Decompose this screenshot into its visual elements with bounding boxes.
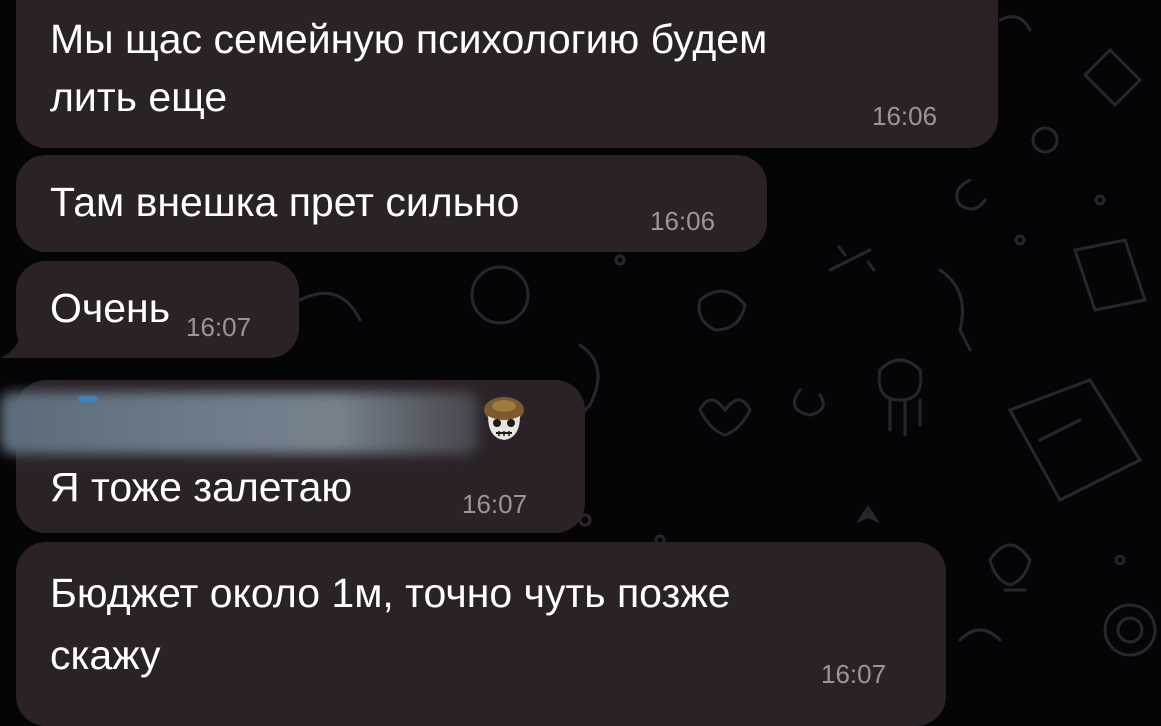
message-time: 16:06	[872, 101, 938, 131]
message-text-line: Мы щас семейную психологию будем	[50, 16, 768, 62]
message-text-line: Бюджет около 1м, точно чуть позже	[50, 570, 731, 616]
message-text: Я тоже залетаю	[50, 464, 353, 510]
sender-name-fragment	[78, 396, 98, 402]
message-time: 16:07	[462, 489, 528, 519]
message-text-line: лить еще	[50, 74, 228, 120]
message-text: Там внешка прет сильно	[50, 179, 520, 225]
bubble-tail	[0, 324, 40, 358]
message-bubble[interactable]: Мы щас семейную психологию будем лить ещ…	[16, 0, 998, 148]
message-time: 16:06	[650, 206, 716, 236]
message-bubble[interactable]: Там внешка прет сильно 16:06	[16, 155, 767, 252]
message-text-line: скажу	[50, 632, 161, 678]
message-time: 16:07	[186, 312, 252, 342]
sender-name-redacted	[0, 392, 478, 454]
message-bubble[interactable]: Бюджет около 1м, точно чуть позже скажу …	[16, 542, 946, 726]
message-time: 16:07	[821, 659, 887, 689]
sender-sticker-badge-icon	[484, 397, 524, 440]
message-bubble[interactable]: Очень 16:07	[16, 261, 299, 358]
message-text: Очень	[50, 285, 171, 331]
